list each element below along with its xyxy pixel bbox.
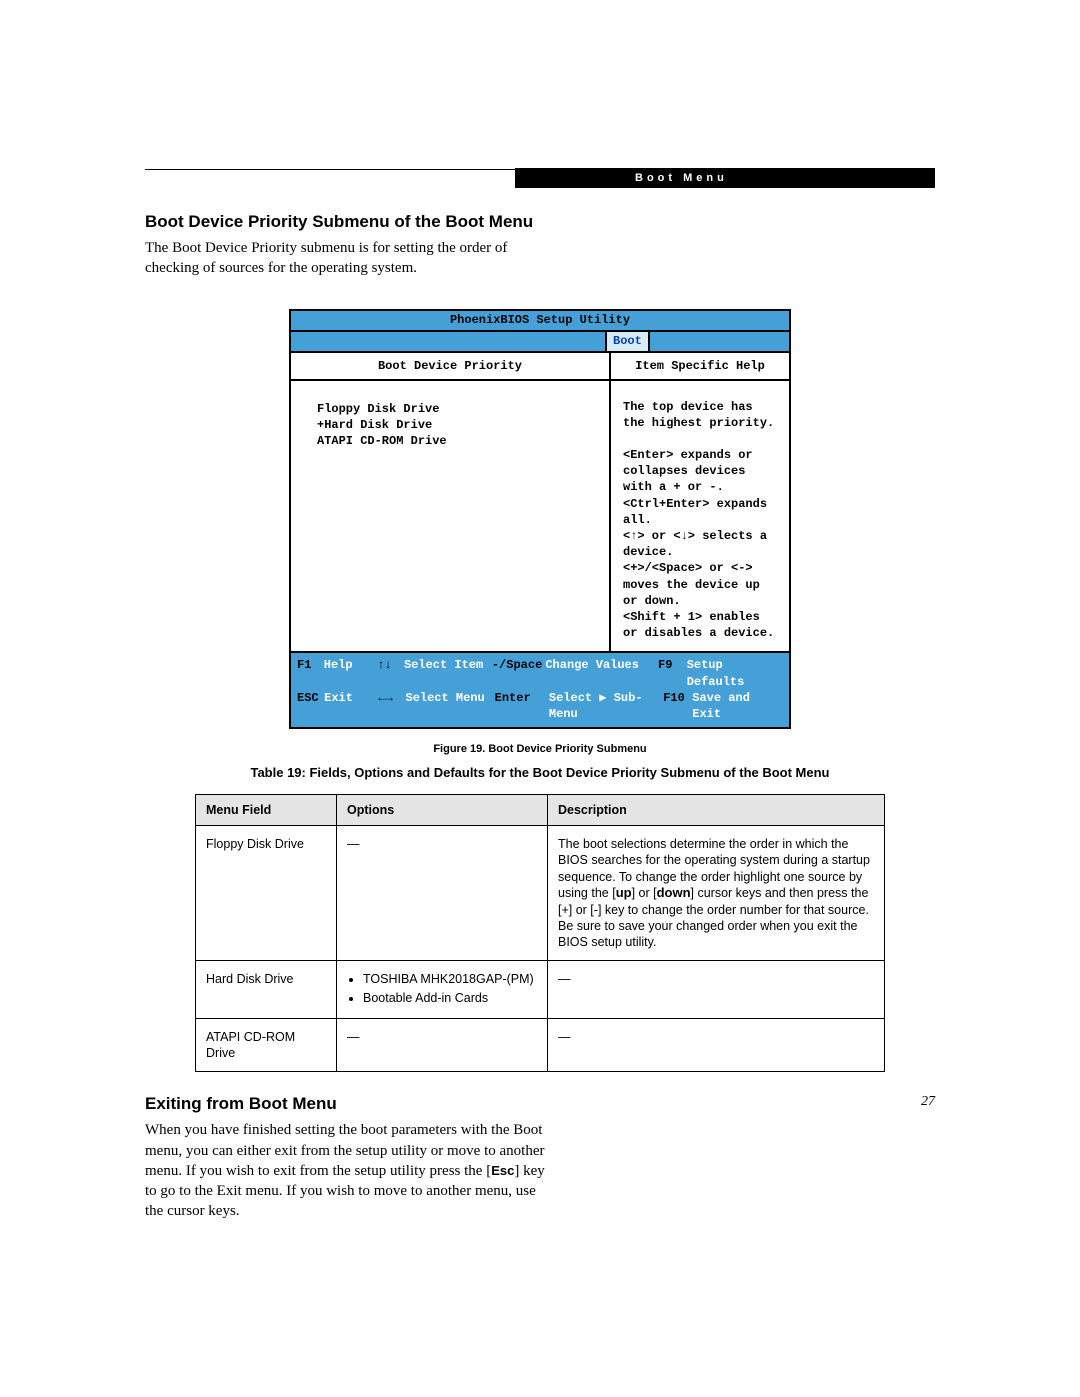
key-leftright: ←→: [378, 690, 405, 722]
option-item: TOSHIBA MHK2018GAP-(PM): [363, 971, 537, 987]
bios-right-pane: Item Specific Help The top device has th…: [611, 353, 789, 652]
key-esc: ESC: [297, 690, 324, 722]
key-f10: F10: [663, 690, 692, 722]
bios-footer: F1 Help ↑↓ Select Item -/Space Change Va…: [291, 653, 789, 727]
key-enter: Enter: [495, 690, 549, 722]
bold-up: up: [616, 885, 632, 900]
para2-pre: When you have finished setting the boot …: [145, 1122, 544, 1179]
th-description: Description: [548, 795, 885, 826]
bios-footer-row-2: ESC Exit ←→ Select Menu Enter Select ▶ S…: [297, 690, 783, 722]
table-row: Hard Disk Drive TOSHIBA MHK2018GAP-(PM) …: [196, 961, 885, 1019]
label-change-values: Change Values: [545, 657, 658, 689]
bios-help-text: The top device has the highest priority.…: [611, 381, 789, 652]
label-help: Help: [324, 657, 377, 689]
table-row: ATAPI CD-ROM Drive — —: [196, 1018, 885, 1072]
label-select-item: Select Item: [404, 657, 492, 689]
header-band-text: Boot Menu: [635, 172, 728, 184]
cell-description: The boot selections determine the order …: [548, 826, 885, 961]
bios-tab-row: Boot: [291, 332, 789, 353]
fields-table: Menu Field Options Description Floppy Di…: [195, 794, 885, 1072]
cell-options: TOSHIBA MHK2018GAP-(PM) Bootable Add-in …: [337, 961, 548, 1019]
cell-menu: Hard Disk Drive: [196, 961, 337, 1019]
label-exit: Exit: [324, 690, 378, 722]
bios-title: PhoenixBIOS Setup Utility: [291, 311, 789, 332]
table-row: Floppy Disk Drive — The boot selections …: [196, 826, 885, 961]
label-select-submenu: Select ▶ Sub-Menu: [549, 690, 663, 722]
bios-device-item: Floppy Disk Drive: [317, 401, 599, 417]
page-number: 27: [921, 1094, 935, 1110]
cell-description: —: [548, 1018, 885, 1072]
bios-left-pane: Boot Device Priority Floppy Disk Drive +…: [291, 353, 611, 652]
table-caption: Table 19: Fields, Options and Defaults f…: [145, 765, 935, 780]
bios-body: Boot Device Priority Floppy Disk Drive +…: [291, 353, 789, 654]
key-space: -/Space: [492, 657, 545, 689]
cell-menu: Floppy Disk Drive: [196, 826, 337, 961]
cell-options: —: [337, 826, 548, 961]
section-heading-2: Exiting from Boot Menu: [145, 1094, 935, 1114]
bold-down: down: [657, 885, 691, 900]
desc-text: The boot selections determine the order …: [558, 837, 870, 949]
label-select-menu: Select Menu: [406, 690, 495, 722]
key-f9: F9: [658, 657, 687, 689]
page-content: Boot Menu Boot Device Priority Submenu o…: [145, 169, 935, 1222]
th-options: Options: [337, 795, 548, 826]
section-para-2: When you have finished setting the boot …: [145, 1120, 555, 1221]
bios-device-list: Floppy Disk Drive +Hard Disk Drive ATAPI…: [291, 381, 609, 636]
section-para-1: The Boot Device Priority submenu is for …: [145, 238, 545, 279]
th-menu-field: Menu Field: [196, 795, 337, 826]
key-f1: F1: [297, 657, 324, 689]
option-item: Bootable Add-in Cards: [363, 990, 537, 1006]
bios-active-tab: Boot: [605, 332, 650, 351]
bios-device-item: +Hard Disk Drive: [317, 417, 599, 433]
table-header-row: Menu Field Options Description: [196, 795, 885, 826]
section-heading-1: Boot Device Priority Submenu of the Boot…: [145, 212, 935, 232]
label-save-exit: Save and Exit: [692, 690, 783, 722]
cell-description: —: [548, 961, 885, 1019]
cell-menu: ATAPI CD-ROM Drive: [196, 1018, 337, 1072]
figure-caption: Figure 19. Boot Device Priority Submenu: [145, 743, 935, 755]
bios-figure: PhoenixBIOS Setup Utility Boot Boot Devi…: [289, 309, 791, 730]
esc-key-label: Esc: [491, 1163, 514, 1178]
bios-device-item: ATAPI CD-ROM Drive: [317, 433, 599, 449]
label-setup-defaults: Setup Defaults: [687, 657, 783, 689]
key-updown: ↑↓: [377, 657, 404, 689]
bios-left-head: Boot Device Priority: [291, 353, 609, 381]
header-band: Boot Menu: [515, 168, 935, 188]
bios-right-head: Item Specific Help: [611, 353, 789, 381]
cell-options: —: [337, 1018, 548, 1072]
bios-footer-row-1: F1 Help ↑↓ Select Item -/Space Change Va…: [297, 657, 783, 689]
